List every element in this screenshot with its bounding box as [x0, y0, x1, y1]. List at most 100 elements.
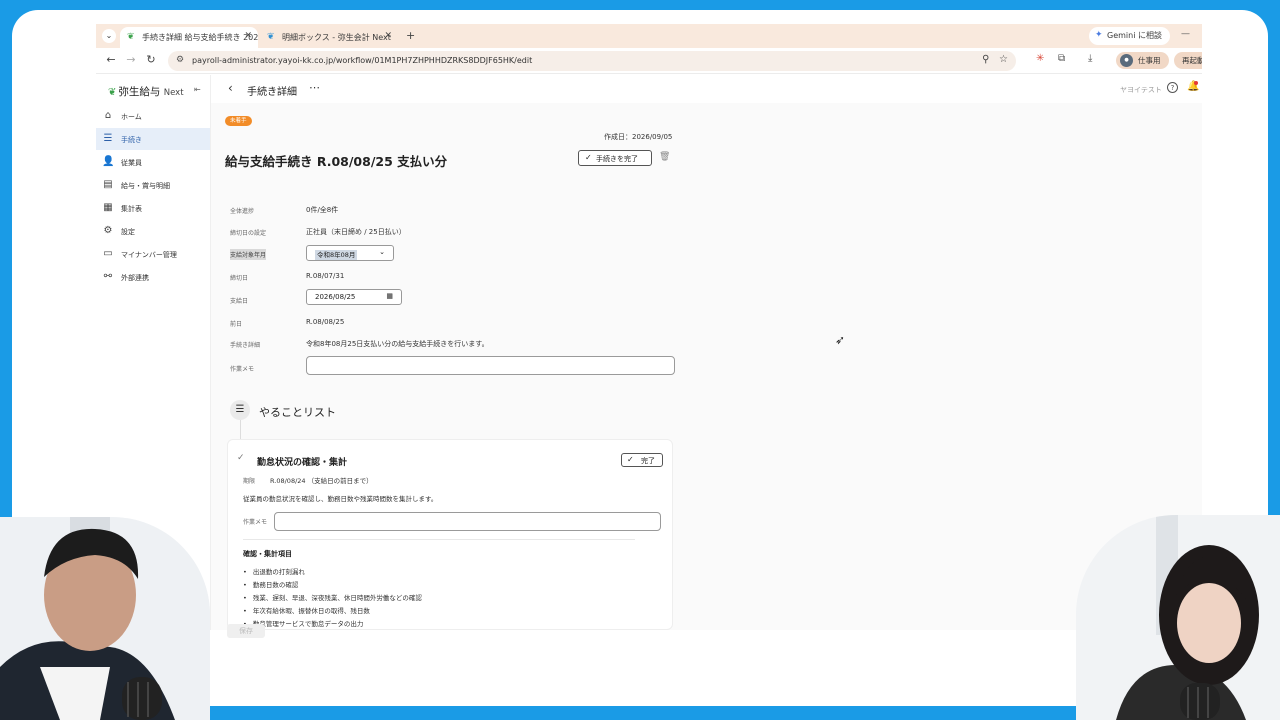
- task-card: ✓ 勤怠状況の確認・集計 ✓ 完了 期限 R.08/08/24 （支給日の前日ま…: [227, 439, 673, 630]
- sidebar-item-label: 設定: [121, 228, 135, 236]
- tab-meisai-box[interactable]: ❦ 明細ボックス - 弥生会計 Next ✕: [260, 27, 398, 48]
- more-options-icon[interactable]: ⋯: [309, 81, 320, 94]
- person-icon: 👤: [102, 156, 115, 167]
- close-icon[interactable]: ✕: [384, 31, 392, 41]
- save-button[interactable]: 保存: [227, 624, 265, 638]
- deadline-value: R.08/08/24 （支給日の前日まで）: [270, 477, 373, 485]
- task-complete-label: 完了: [641, 457, 655, 465]
- id-card-icon: ▭: [103, 248, 113, 259]
- sidebar-item-home[interactable]: ⌂ ホーム: [96, 105, 210, 127]
- sidebar-item-label: マイナンバー管理: [121, 251, 177, 259]
- reload-icon[interactable]: ↻: [144, 53, 158, 66]
- avatar: ●: [1120, 54, 1133, 67]
- tab-search-icon[interactable]: ⌄: [102, 29, 116, 43]
- divider: [243, 539, 635, 540]
- table-icon: ▦: [103, 202, 113, 213]
- deadline-label: 期限: [243, 478, 256, 485]
- stream-bottom-bar: [190, 706, 1090, 720]
- payment-date-input[interactable]: 2026/08/25 ▦: [306, 289, 402, 305]
- task-complete-button[interactable]: ✓ 完了: [621, 453, 663, 467]
- help-icon[interactable]: ?: [1167, 82, 1178, 93]
- gear-icon: ⚙: [103, 225, 113, 236]
- close-icon[interactable]: ✕: [244, 31, 252, 41]
- yayoi-favicon-icon: ❦: [267, 32, 275, 42]
- main-content: ‹ 手続き詳細 ⋯ ヤヨイテスト ? 🔔 未着手 作成日：2026/09/05 …: [211, 75, 1202, 630]
- target-month-select[interactable]: 令和8年08月 ⌄: [306, 245, 394, 261]
- tab-title: 手続き詳細 給与支給手続き 202: [142, 33, 258, 42]
- window-minimize-icon[interactable]: —: [1181, 29, 1190, 39]
- download-icon[interactable]: ⤓: [1088, 53, 1092, 64]
- list-item: 年次有給休暇、振替休日の取得、残日数: [243, 605, 370, 615]
- profile-button[interactable]: ● 仕事用: [1116, 52, 1169, 69]
- complete-procedure-label: 手続きを完了: [596, 155, 638, 163]
- webcam-left: [0, 517, 210, 720]
- payment-date-value: 2026/08/25: [315, 293, 356, 301]
- brand-name: 弥生給与: [118, 86, 161, 98]
- sidebar-item-label: 外部連携: [121, 274, 149, 282]
- back-arrow-icon[interactable]: ‹: [228, 81, 233, 95]
- sidebar-item-employees[interactable]: 👤 従業員: [96, 151, 210, 173]
- forward-icon[interactable]: →: [124, 53, 138, 66]
- work-memo-input[interactable]: [306, 356, 675, 375]
- sidebar-item-label: ホーム: [121, 113, 142, 121]
- sidebar-item-integration[interactable]: ⚯ 外部連携: [96, 266, 210, 288]
- list-icon: ☰: [230, 400, 250, 420]
- tasks-icon: ☰: [103, 133, 113, 144]
- calendar-icon[interactable]: ▦: [386, 292, 393, 300]
- list-item: 出退勤の打刻漏れ: [243, 566, 305, 576]
- sidebar-item-procedures[interactable]: ☰ 手続き: [96, 128, 210, 150]
- app-root: ❦ 弥生給与 Next ⇤ ⌂ ホーム ☰ 手続き 👤 従業員 ▤ 給与・賞与明…: [96, 75, 1202, 630]
- tab-strip: ⌄ ❦ 手続き詳細 給与支給手続き 202 ✕ ❦ 明細ボックス - 弥生会計 …: [96, 24, 1202, 48]
- procedure-detail-value: 令和8年08月25日支払い分の給与支給手続きを行います。: [306, 340, 489, 348]
- back-icon[interactable]: ←: [104, 53, 118, 66]
- field-label: 支給日: [230, 298, 249, 305]
- profile-label: 仕事用: [1138, 56, 1161, 65]
- bookmark-star-icon[interactable]: ☆: [999, 54, 1008, 65]
- cutoff-setting-value: 正社員（末日締め / 25日払い）: [306, 228, 406, 236]
- tab-title: 明細ボックス - 弥生会計 Next: [282, 33, 391, 42]
- new-tab-icon[interactable]: +: [406, 29, 415, 42]
- sidebar-collapse-icon[interactable]: ⇤: [194, 85, 201, 94]
- url-field[interactable]: ⚙ payroll-administrator.yayoi-kk.co.jp/w…: [168, 51, 1016, 71]
- page-header: ‹ 手続き詳細 ⋯ ヤヨイテスト ? 🔔: [211, 75, 1202, 103]
- field-label: 締切日: [230, 275, 249, 282]
- complete-procedure-button[interactable]: ✓ 手続きを完了: [578, 150, 652, 166]
- restart-label: 再起動して: [1182, 56, 1202, 65]
- leaf-logo-icon: ❦: [108, 87, 117, 98]
- timeline-line: [240, 420, 241, 440]
- restart-button[interactable]: 再起動して: [1174, 52, 1202, 69]
- sidebar-item-settings[interactable]: ⚙ 設定: [96, 220, 210, 242]
- gemini-button[interactable]: ✦ Gemini に相談: [1089, 27, 1170, 45]
- status-badge: 未着手: [225, 116, 252, 126]
- url-text: payroll-administrator.yayoi-kk.co.jp/wor…: [192, 56, 533, 65]
- extensions-puzzle-icon[interactable]: ⧉: [1058, 53, 1065, 64]
- address-bar: ← → ↻ ⚙ payroll-administrator.yayoi-kk.c…: [96, 48, 1202, 74]
- sidebar-item-payslips[interactable]: ▤ 給与・賞与明細: [96, 174, 210, 196]
- task-description: 従業員の勤怠状況を確認し、勤務日数や残業時間数を集計します。: [243, 495, 438, 503]
- gemini-label: Gemini に相談: [1107, 31, 1162, 40]
- address-actions: ⚲ ☆: [982, 54, 1008, 65]
- sidebar-item-label: 給与・賞与明細: [121, 182, 170, 190]
- mouse-cursor-icon: ➶: [835, 333, 846, 347]
- sidebar-item-label: 従業員: [121, 159, 142, 167]
- task-memo-input[interactable]: [274, 512, 661, 531]
- field-label: 作業メモ: [230, 366, 255, 373]
- field-label: 締切日の設定: [230, 230, 267, 237]
- presenter-left-figure: [0, 517, 210, 720]
- check-icon: ✓: [627, 455, 634, 464]
- trash-icon[interactable]: 🗑: [659, 152, 670, 162]
- sidebar-item-label: 集計表: [121, 205, 142, 213]
- brand-sub: Next: [163, 88, 184, 98]
- brand-logo[interactable]: ❦ 弥生給与 Next: [108, 84, 184, 99]
- field-label: 支給対象年月: [230, 249, 267, 260]
- tab-procedure-detail[interactable]: ❦ 手続き詳細 給与支給手続き 202 ✕: [120, 27, 258, 48]
- extension-icon[interactable]: ✳: [1036, 53, 1044, 64]
- company-name[interactable]: ヤヨイテスト: [1120, 85, 1162, 95]
- list-item: 勤務日数の確認: [243, 579, 299, 589]
- zoom-icon[interactable]: ⚲: [982, 54, 989, 65]
- integration-icon: ⚯: [103, 271, 113, 282]
- sidebar-item-mynumber[interactable]: ▭ マイナンバー管理: [96, 243, 210, 265]
- site-info-icon[interactable]: ⚙: [176, 55, 184, 65]
- sidebar-item-summary[interactable]: ▦ 集計表: [96, 197, 210, 219]
- memo-label: 作業メモ: [243, 519, 268, 526]
